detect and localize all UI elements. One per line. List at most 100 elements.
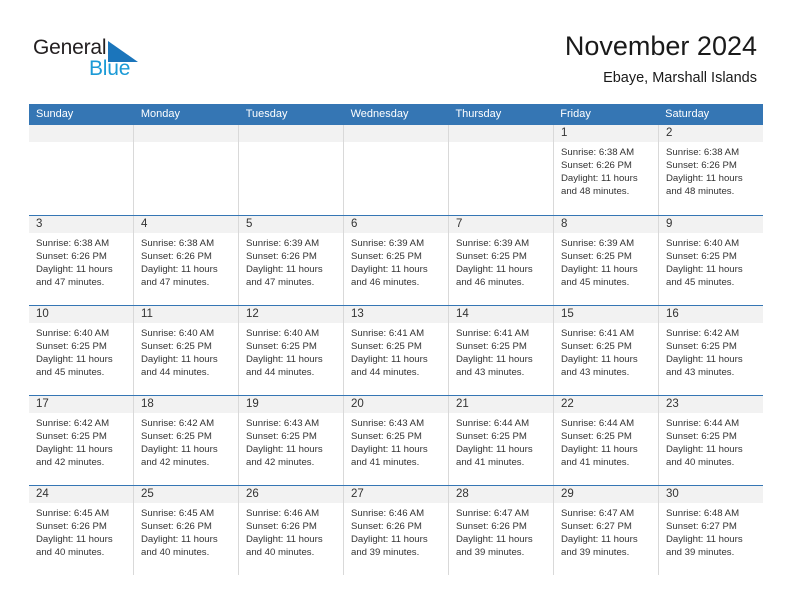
day-number — [239, 125, 343, 142]
day-sun-info: Sunrise: 6:38 AM Sunset: 6:26 PM Daylight:… — [554, 142, 658, 198]
calendar-day-cell-empty — [134, 125, 239, 215]
sunrise-text: Sunrise: 6:39 AM — [561, 238, 635, 249]
generalblue-logo[interactable]: General Blue — [33, 36, 163, 86]
calendar-day-cell-empty — [344, 125, 449, 215]
day-sun-info: Sunrise: 6:44 AM Sunset: 6:25 PM Daylight:… — [554, 413, 658, 469]
calendar-day-cell[interactable]: 5 Sunrise: 6:39 AM Sunset: 6:26 PM Daylight… — [239, 216, 344, 305]
sunrise-text: Sunrise: 6:47 AM — [456, 508, 530, 519]
daylight-text: Daylight: 11 hours and 41 minutes. — [456, 444, 533, 469]
calendar-day-cell[interactable]: 25 Sunrise: 6:45 AM Sunset: 6:26 PM Dayligh… — [134, 486, 239, 575]
calendar-day-cell[interactable]: 8 Sunrise: 6:39 AM Sunset: 6:25 PM Daylight… — [554, 216, 659, 305]
sunset-text: Sunset: 6:25 PM — [246, 431, 317, 443]
day-number: 1 — [554, 125, 658, 142]
calendar-day-cell[interactable]: 22 Sunrise: 6:44 AM Sunset: 6:25 PM Dayligh… — [554, 396, 659, 485]
calendar-day-cell[interactable]: 30 Sunrise: 6:48 AM Sunset: 6:27 PM Dayligh… — [659, 486, 763, 575]
calendar-day-cell[interactable]: 2 Sunrise: 6:38 AM Sunset: 6:26 PM Daylight… — [659, 125, 763, 215]
sunrise-text: Sunrise: 6:38 AM — [666, 147, 740, 158]
calendar-week-row: 17 Sunrise: 6:42 AM Sunset: 6:25 PM Dayligh… — [29, 395, 763, 485]
day-sun-info: Sunrise: 6:40 AM Sunset: 6:25 PM Daylight:… — [134, 323, 238, 379]
sunrise-text: Sunrise: 6:40 AM — [666, 238, 740, 249]
daylight-text: Daylight: 11 hours and 41 minutes. — [561, 444, 638, 469]
sunrise-text: Sunrise: 6:42 AM — [36, 418, 110, 429]
day-sun-info: Sunrise: 6:47 AM Sunset: 6:27 PM Daylight:… — [554, 503, 658, 559]
daylight-text: Daylight: 11 hours and 40 minutes. — [36, 534, 113, 559]
calendar-day-cell[interactable]: 20 Sunrise: 6:43 AM Sunset: 6:25 PM Dayligh… — [344, 396, 449, 485]
sunset-text: Sunset: 6:25 PM — [351, 431, 422, 443]
daylight-text: Daylight: 11 hours and 47 minutes. — [141, 264, 218, 289]
sunrise-text: Sunrise: 6:42 AM — [666, 328, 740, 339]
day-number: 8 — [554, 216, 658, 233]
sunrise-text: Sunrise: 6:40 AM — [246, 328, 320, 339]
calendar-day-cell[interactable]: 3 Sunrise: 6:38 AM Sunset: 6:26 PM Daylight… — [29, 216, 134, 305]
sunrise-text: Sunrise: 6:40 AM — [141, 328, 215, 339]
daylight-text: Daylight: 11 hours and 46 minutes. — [456, 264, 533, 289]
sunrise-text: Sunrise: 6:41 AM — [456, 328, 530, 339]
calendar-day-cell[interactable]: 21 Sunrise: 6:44 AM Sunset: 6:25 PM Dayligh… — [449, 396, 554, 485]
day-number: 20 — [344, 396, 448, 413]
sunrise-text: Sunrise: 6:38 AM — [36, 238, 110, 249]
day-number: 16 — [659, 306, 763, 323]
calendar-day-cell[interactable]: 4 Sunrise: 6:38 AM Sunset: 6:26 PM Daylight… — [134, 216, 239, 305]
day-number: 13 — [344, 306, 448, 323]
sunset-text: Sunset: 6:26 PM — [36, 251, 107, 263]
daylight-text: Daylight: 11 hours and 39 minutes. — [456, 534, 533, 559]
calendar-day-cell[interactable]: 27 Sunrise: 6:46 AM Sunset: 6:26 PM Dayligh… — [344, 486, 449, 575]
daylight-text: Daylight: 11 hours and 40 minutes. — [141, 534, 218, 559]
sunset-text: Sunset: 6:25 PM — [666, 431, 737, 443]
calendar-week-row: 3 Sunrise: 6:38 AM Sunset: 6:26 PM Daylight… — [29, 215, 763, 305]
sunset-text: Sunset: 6:26 PM — [246, 251, 317, 263]
daylight-text: Daylight: 11 hours and 45 minutes. — [561, 264, 638, 289]
sunrise-text: Sunrise: 6:46 AM — [246, 508, 320, 519]
sunrise-text: Sunrise: 6:44 AM — [456, 418, 530, 429]
calendar-day-cell[interactable]: 11 Sunrise: 6:40 AM Sunset: 6:25 PM Dayligh… — [134, 306, 239, 395]
calendar-day-cell[interactable]: 13 Sunrise: 6:41 AM Sunset: 6:25 PM Dayligh… — [344, 306, 449, 395]
daylight-text: Daylight: 11 hours and 42 minutes. — [141, 444, 218, 469]
calendar-day-cell[interactable]: 14 Sunrise: 6:41 AM Sunset: 6:25 PM Dayligh… — [449, 306, 554, 395]
day-sun-info: Sunrise: 6:45 AM Sunset: 6:26 PM Daylight:… — [134, 503, 238, 559]
sunset-text: Sunset: 6:25 PM — [36, 341, 107, 353]
calendar-day-cell[interactable]: 17 Sunrise: 6:42 AM Sunset: 6:25 PM Dayligh… — [29, 396, 134, 485]
daylight-text: Daylight: 11 hours and 44 minutes. — [246, 354, 323, 379]
day-number: 29 — [554, 486, 658, 503]
calendar-day-cell[interactable]: 1 Sunrise: 6:38 AM Sunset: 6:26 PM Daylight… — [554, 125, 659, 215]
day-number: 5 — [239, 216, 343, 233]
calendar-day-cell[interactable]: 29 Sunrise: 6:47 AM Sunset: 6:27 PM Dayligh… — [554, 486, 659, 575]
calendar-day-cell[interactable]: 26 Sunrise: 6:46 AM Sunset: 6:26 PM Dayligh… — [239, 486, 344, 575]
calendar-day-cell[interactable]: 7 Sunrise: 6:39 AM Sunset: 6:25 PM Daylight… — [449, 216, 554, 305]
sunrise-text: Sunrise: 6:46 AM — [351, 508, 425, 519]
day-number: 3 — [29, 216, 133, 233]
sunset-text: Sunset: 6:25 PM — [351, 251, 422, 263]
calendar-day-cell[interactable]: 19 Sunrise: 6:43 AM Sunset: 6:25 PM Dayligh… — [239, 396, 344, 485]
calendar-day-cell[interactable]: 10 Sunrise: 6:40 AM Sunset: 6:25 PM Dayligh… — [29, 306, 134, 395]
day-sun-info: Sunrise: 6:39 AM Sunset: 6:25 PM Daylight:… — [554, 233, 658, 289]
daylight-text: Daylight: 11 hours and 43 minutes. — [456, 354, 533, 379]
sunset-text: Sunset: 6:25 PM — [561, 251, 632, 263]
calendar-day-cell[interactable]: 12 Sunrise: 6:40 AM Sunset: 6:25 PM Dayligh… — [239, 306, 344, 395]
calendar-day-cell[interactable]: 23 Sunrise: 6:44 AM Sunset: 6:25 PM Dayligh… — [659, 396, 763, 485]
daylight-text: Daylight: 11 hours and 39 minutes. — [561, 534, 638, 559]
daylight-text: Daylight: 11 hours and 44 minutes. — [141, 354, 218, 379]
daylight-text: Daylight: 11 hours and 45 minutes. — [666, 264, 743, 289]
calendar-day-cell[interactable]: 18 Sunrise: 6:42 AM Sunset: 6:25 PM Dayligh… — [134, 396, 239, 485]
day-number — [449, 125, 553, 142]
sunrise-text: Sunrise: 6:47 AM — [561, 508, 635, 519]
day-sun-info: Sunrise: 6:41 AM Sunset: 6:25 PM Daylight:… — [449, 323, 553, 379]
weekday-header-sunday: Sunday — [36, 108, 74, 120]
day-number — [134, 125, 238, 142]
sunset-text: Sunset: 6:25 PM — [456, 341, 527, 353]
calendar-weeks: 1 Sunrise: 6:38 AM Sunset: 6:26 PM Daylight… — [29, 125, 763, 575]
day-sun-info: Sunrise: 6:45 AM Sunset: 6:26 PM Daylight:… — [29, 503, 133, 559]
calendar-day-cell[interactable]: 16 Sunrise: 6:42 AM Sunset: 6:25 PM Dayligh… — [659, 306, 763, 395]
sunset-text: Sunset: 6:25 PM — [561, 431, 632, 443]
calendar-day-cell[interactable]: 15 Sunrise: 6:41 AM Sunset: 6:25 PM Dayligh… — [554, 306, 659, 395]
day-sun-info: Sunrise: 6:47 AM Sunset: 6:26 PM Daylight:… — [449, 503, 553, 559]
title-block: November 2024 Ebaye, Marshall Islands — [565, 30, 757, 89]
sunset-text: Sunset: 6:25 PM — [456, 431, 527, 443]
calendar-day-cell[interactable]: 24 Sunrise: 6:45 AM Sunset: 6:26 PM Dayligh… — [29, 486, 134, 575]
weekday-header-thursday: Thursday — [455, 108, 502, 120]
calendar-day-cell[interactable]: 28 Sunrise: 6:47 AM Sunset: 6:26 PM Dayligh… — [449, 486, 554, 575]
sunrise-text: Sunrise: 6:39 AM — [456, 238, 530, 249]
calendar-day-cell[interactable]: 6 Sunrise: 6:39 AM Sunset: 6:25 PM Daylight… — [344, 216, 449, 305]
day-number: 22 — [554, 396, 658, 413]
calendar-day-cell[interactable]: 9 Sunrise: 6:40 AM Sunset: 6:25 PM Daylight… — [659, 216, 763, 305]
